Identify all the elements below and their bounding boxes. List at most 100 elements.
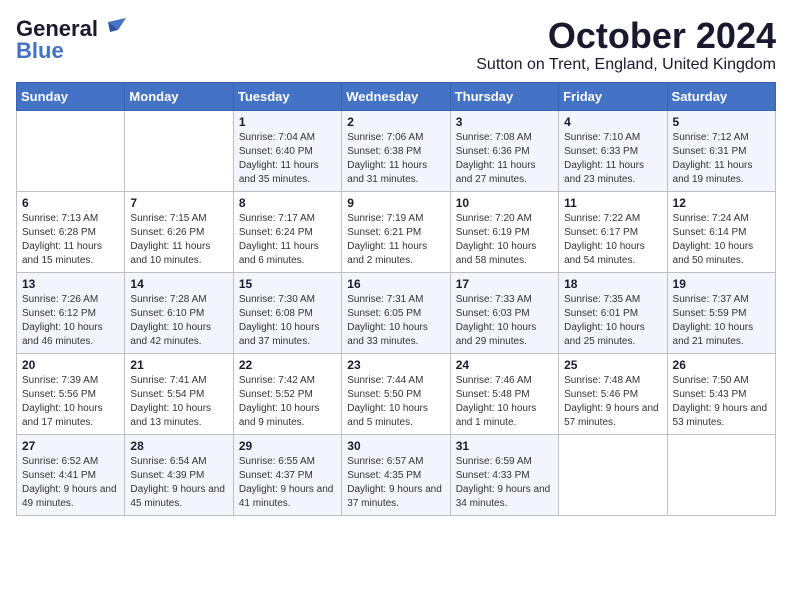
day-info: Sunrise: 7:28 AMSunset: 6:10 PMDaylight:… [130,293,227,349]
calendar-cell: 26 Sunrise: 7:50 AMSunset: 5:43 PMDayligh… [667,353,775,434]
day-info: Sunrise: 6:52 AMSunset: 4:41 PMDaylight:… [22,455,119,511]
day-number: 10 [456,196,553,210]
header-monday: Monday [125,82,233,110]
day-number: 23 [347,358,444,372]
calendar-header-row: SundayMondayTuesdayWednesdayThursdayFrid… [17,82,776,110]
day-info: Sunrise: 6:59 AMSunset: 4:33 PMDaylight:… [456,455,553,511]
day-info: Sunrise: 7:12 AMSunset: 6:31 PMDaylight:… [673,131,770,187]
calendar-cell: 4Sunrise: 7:10 AMSunset: 6:33 PMDaylight… [559,110,667,191]
header-tuesday: Tuesday [233,82,341,110]
calendar-cell: 7 Sunrise: 7:15 AMSunset: 6:26 PMDaylight… [125,191,233,272]
day-info: Sunrise: 7:15 AMSunset: 6:26 PMDaylight:… [130,212,227,268]
day-info: Sunrise: 7:33 AMSunset: 6:03 PMDaylight:… [456,293,553,349]
calendar-cell: 22 Sunrise: 7:42 AMSunset: 5:52 PMDayligh… [233,353,341,434]
day-number: 17 [456,277,553,291]
day-info: Sunrise: 7:06 AMSunset: 6:38 PMDaylight:… [347,131,444,187]
calendar-week-5: 27Sunrise: 6:52 AMSunset: 4:41 PMDayligh… [17,434,776,515]
calendar-cell [559,434,667,515]
logo: General Blue [16,16,126,64]
day-info: Sunrise: 7:48 AMSunset: 5:46 PMDaylight:… [564,374,661,430]
day-info: Sunrise: 7:31 AMSunset: 6:05 PMDaylight:… [347,293,444,349]
calendar-cell [125,110,233,191]
calendar-cell: 17 Sunrise: 7:33 AMSunset: 6:03 PMDayligh… [450,272,558,353]
day-info: Sunrise: 7:42 AMSunset: 5:52 PMDaylight:… [239,374,336,430]
logo-blue: Blue [16,38,64,64]
calendar-cell: 24 Sunrise: 7:46 AMSunset: 5:48 PMDayligh… [450,353,558,434]
calendar-cell [17,110,125,191]
day-info: Sunrise: 7:30 AMSunset: 6:08 PMDaylight:… [239,293,336,349]
day-number: 7 [130,196,227,210]
calendar-cell: 10 Sunrise: 7:20 AMSunset: 6:19 PMDayligh… [450,191,558,272]
day-info: Sunrise: 7:44 AMSunset: 5:50 PMDaylight:… [347,374,444,430]
day-number: 12 [673,196,770,210]
day-info: Sunrise: 6:54 AMSunset: 4:39 PMDaylight:… [130,455,227,511]
day-number: 24 [456,358,553,372]
day-number: 19 [673,277,770,291]
calendar-cell: 9 Sunrise: 7:19 AMSunset: 6:21 PMDaylight… [342,191,450,272]
logo-bird-icon [100,18,126,40]
month-title: October 2024 [476,16,776,56]
calendar-cell [667,434,775,515]
calendar-week-4: 20Sunrise: 7:39 AMSunset: 5:56 PMDayligh… [17,353,776,434]
day-info: Sunrise: 6:55 AMSunset: 4:37 PMDaylight:… [239,455,336,511]
calendar-cell: 30 Sunrise: 6:57 AMSunset: 4:35 PMDayligh… [342,434,450,515]
header-thursday: Thursday [450,82,558,110]
calendar-cell: 3 Sunrise: 7:08 AMSunset: 6:36 PMDaylight… [450,110,558,191]
calendar-cell: 27Sunrise: 6:52 AMSunset: 4:41 PMDayligh… [17,434,125,515]
day-info: Sunrise: 7:13 AMSunset: 6:28 PMDaylight:… [22,212,119,268]
day-info: Sunrise: 7:19 AMSunset: 6:21 PMDaylight:… [347,212,444,268]
calendar-cell: 8Sunrise: 7:17 AMSunset: 6:24 PMDaylight… [233,191,341,272]
day-number: 5 [673,115,770,129]
day-info: Sunrise: 7:20 AMSunset: 6:19 PMDaylight:… [456,212,553,268]
day-number: 21 [130,358,227,372]
day-info: Sunrise: 7:26 AMSunset: 6:12 PMDaylight:… [22,293,119,349]
calendar-cell: 2 Sunrise: 7:06 AMSunset: 6:38 PMDaylight… [342,110,450,191]
day-number: 1 [239,115,336,129]
day-number: 15 [239,277,336,291]
day-info: Sunrise: 7:46 AMSunset: 5:48 PMDaylight:… [456,374,553,430]
day-info: Sunrise: 7:50 AMSunset: 5:43 PMDaylight:… [673,374,770,430]
day-number: 30 [347,439,444,453]
calendar-cell: 20Sunrise: 7:39 AMSunset: 5:56 PMDayligh… [17,353,125,434]
day-number: 11 [564,196,661,210]
day-number: 2 [347,115,444,129]
calendar-cell: 21 Sunrise: 7:41 AMSunset: 5:54 PMDayligh… [125,353,233,434]
calendar-cell: 6 Sunrise: 7:13 AMSunset: 6:28 PMDaylight… [17,191,125,272]
day-info: Sunrise: 6:57 AMSunset: 4:35 PMDaylight:… [347,455,444,511]
day-number: 3 [456,115,553,129]
day-number: 22 [239,358,336,372]
day-info: Sunrise: 7:08 AMSunset: 6:36 PMDaylight:… [456,131,553,187]
calendar-week-3: 13 Sunrise: 7:26 AMSunset: 6:12 PMDayligh… [17,272,776,353]
calendar-cell: 15 Sunrise: 7:30 AMSunset: 6:08 PMDayligh… [233,272,341,353]
title-block: October 2024 Sutton on Trent, England, U… [476,16,776,74]
calendar-cell: 16 Sunrise: 7:31 AMSunset: 6:05 PMDayligh… [342,272,450,353]
calendar-cell: 13 Sunrise: 7:26 AMSunset: 6:12 PMDayligh… [17,272,125,353]
location: Sutton on Trent, England, United Kingdom [476,56,776,74]
day-number: 28 [130,439,227,453]
calendar-cell: 19Sunrise: 7:37 AMSunset: 5:59 PMDayligh… [667,272,775,353]
header-wednesday: Wednesday [342,82,450,110]
day-number: 25 [564,358,661,372]
calendar-cell: 14Sunrise: 7:28 AMSunset: 6:10 PMDayligh… [125,272,233,353]
day-number: 13 [22,277,119,291]
day-number: 16 [347,277,444,291]
calendar-cell: 11 Sunrise: 7:22 AMSunset: 6:17 PMDayligh… [559,191,667,272]
calendar-cell: 18Sunrise: 7:35 AMSunset: 6:01 PMDayligh… [559,272,667,353]
day-number: 26 [673,358,770,372]
calendar-cell: 29 Sunrise: 6:55 AMSunset: 4:37 PMDayligh… [233,434,341,515]
day-number: 6 [22,196,119,210]
day-info: Sunrise: 7:39 AMSunset: 5:56 PMDaylight:… [22,374,119,430]
calendar-cell: 28 Sunrise: 6:54 AMSunset: 4:39 PMDayligh… [125,434,233,515]
day-info: Sunrise: 7:22 AMSunset: 6:17 PMDaylight:… [564,212,661,268]
day-info: Sunrise: 7:35 AMSunset: 6:01 PMDaylight:… [564,293,661,349]
day-number: 9 [347,196,444,210]
header-friday: Friday [559,82,667,110]
calendar-week-1: 1Sunrise: 7:04 AMSunset: 6:40 PMDaylight… [17,110,776,191]
day-info: Sunrise: 7:41 AMSunset: 5:54 PMDaylight:… [130,374,227,430]
calendar-week-2: 6 Sunrise: 7:13 AMSunset: 6:28 PMDaylight… [17,191,776,272]
day-number: 29 [239,439,336,453]
calendar-cell: 5 Sunrise: 7:12 AMSunset: 6:31 PMDaylight… [667,110,775,191]
header-saturday: Saturday [667,82,775,110]
calendar-cell: 1Sunrise: 7:04 AMSunset: 6:40 PMDaylight… [233,110,341,191]
day-number: 8 [239,196,336,210]
